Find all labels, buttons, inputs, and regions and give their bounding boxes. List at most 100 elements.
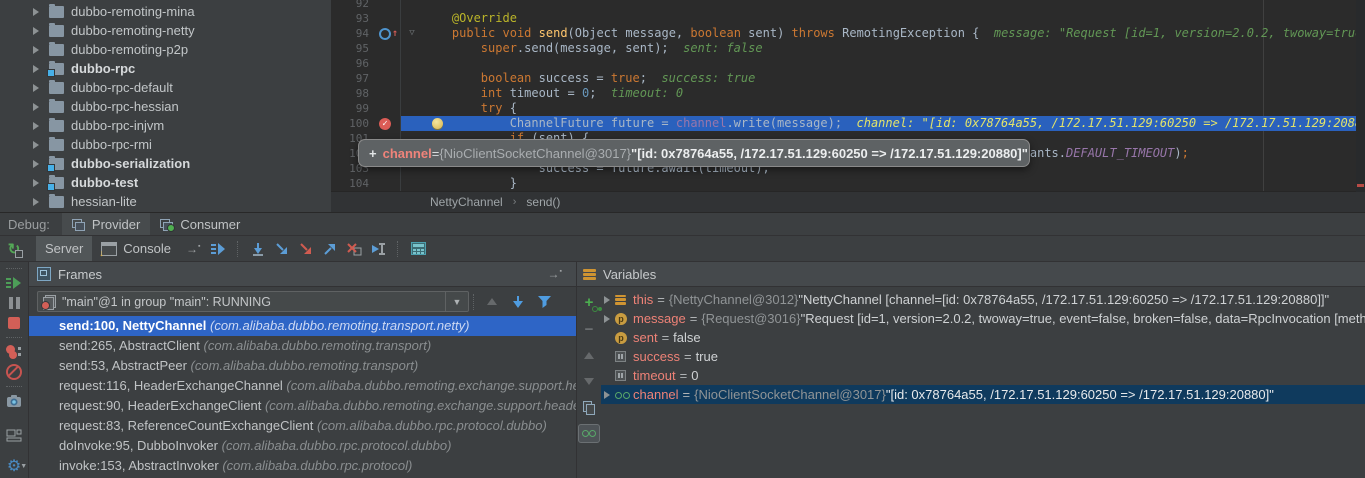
force-step-into-button[interactable]	[294, 238, 318, 260]
view-breakpoints-button[interactable]	[0, 342, 28, 362]
breadcrumb-method[interactable]: send()	[526, 195, 560, 209]
resume-button[interactable]	[0, 273, 28, 293]
tree-item[interactable]: dubbo-rpc-hessian	[0, 97, 331, 116]
chevron-right-icon[interactable]	[31, 26, 41, 36]
step-out-button[interactable]	[318, 238, 342, 260]
error-stripe-mark[interactable]	[1357, 184, 1364, 187]
expand-chevron-icon[interactable]	[601, 295, 615, 305]
variable-row[interactable]: this={NettyChannel@3012} "NettyChannel […	[601, 290, 1365, 309]
move-watch-up-button[interactable]	[578, 345, 600, 365]
tree-item[interactable]: dubbo-rpc-default	[0, 78, 331, 97]
variable-row[interactable]: pmessage={Request@3016} "Request [id=1, …	[601, 309, 1365, 328]
tree-item[interactable]: dubbo-remoting-p2p	[0, 40, 331, 59]
stack-frame-row[interactable]: request:90, HeaderExchangeClient (com.al…	[29, 396, 576, 416]
line-content-area: int timeout = 0; timeout: 0	[401, 86, 1365, 101]
filter-frames-button[interactable]	[531, 296, 557, 308]
tree-item[interactable]: dubbo-rpc-rmi	[0, 135, 331, 154]
tooltip-expand-icon[interactable]: +	[369, 146, 377, 161]
show-execution-point-button[interactable]	[206, 238, 230, 260]
variable-row[interactable]: timeout=0	[601, 366, 1365, 385]
move-watch-down-button[interactable]	[578, 371, 600, 391]
gutter-slot	[375, 71, 401, 86]
expand-chevron-icon[interactable]	[601, 314, 615, 324]
stack-frame-row[interactable]: send:53, AbstractPeer (com.alibaba.dubbo…	[29, 356, 576, 376]
tree-item[interactable]: dubbo-remoting-netty	[0, 21, 331, 40]
tooltip-object-ref: {NioClientSocketChannel@3017}	[439, 146, 631, 161]
tree-item[interactable]: hessian-lite	[0, 192, 331, 211]
variables-menu-icon[interactable]	[583, 269, 596, 280]
tab-server[interactable]: Server	[36, 236, 92, 261]
variable-value: "NettyChannel [channel=[id: 0x78764a55, …	[798, 290, 1329, 309]
mute-breakpoints-button[interactable]	[0, 362, 28, 382]
chevron-right-icon[interactable]	[31, 45, 41, 55]
add-watch-button[interactable]: +	[578, 293, 600, 313]
debugger-value-tooltip[interactable]: + channel = {NioClientSocketChannel@3017…	[358, 139, 1030, 167]
tree-item-label: dubbo-test	[71, 175, 138, 190]
tree-item-label: dubbo-rpc-rmi	[71, 137, 152, 152]
stack-frame-row[interactable]: invoke:153, AbstractInvoker (com.alibaba…	[29, 456, 576, 476]
chevron-placeholder	[601, 371, 615, 381]
variable-row[interactable]: psent=false	[601, 328, 1365, 347]
frame-up-button[interactable]	[479, 298, 505, 305]
rerun-button[interactable]: ↻	[2, 240, 26, 258]
fold-region[interactable]: ▽	[401, 26, 423, 41]
line-content-area: boolean success = true; success: true	[401, 71, 1365, 86]
editor-scrollbar[interactable]	[1356, 0, 1365, 192]
code-editor[interactable]: 9293 @Override94↑▽ public void send(Obje…	[331, 0, 1365, 212]
frames-title: Frames	[58, 267, 102, 282]
stack-frame-row[interactable]: request:83, ReferenceCountExchangeClient…	[29, 416, 576, 436]
overrides-method-icon[interactable]: ↑	[379, 28, 398, 40]
stack-frame-row[interactable]: request:116, HeaderExchangeChannel (com.…	[29, 376, 576, 396]
focus-frame-icon[interactable]: →▪	[548, 267, 562, 281]
chevron-right-icon[interactable]	[31, 159, 41, 169]
chevron-right-icon[interactable]	[31, 197, 41, 207]
tab-provider[interactable]: Provider	[62, 213, 150, 235]
remove-watch-button[interactable]: −	[578, 319, 600, 339]
tab-consumer[interactable]: Consumer	[150, 213, 250, 235]
breadcrumb-class[interactable]: NettyChannel	[430, 195, 503, 209]
chevron-right-icon[interactable]	[31, 83, 41, 93]
variable-row[interactable]: success=true	[601, 347, 1365, 366]
thread-dump-button[interactable]	[0, 391, 28, 411]
tree-item[interactable]: dubbo-remoting-mina	[0, 2, 331, 21]
frame-package: (com.alibaba.dubbo.remoting.transport)	[191, 358, 419, 373]
tab-console[interactable]: ↓ Console	[92, 236, 180, 261]
step-into-button[interactable]	[270, 238, 294, 260]
chevron-right-icon[interactable]	[31, 140, 41, 150]
tree-item-label: dubbo-rpc-hessian	[71, 99, 179, 114]
evaluate-expression-button[interactable]	[406, 238, 430, 260]
pause-button[interactable]	[0, 293, 28, 313]
run-to-cursor-button[interactable]	[366, 238, 390, 260]
dropdown-arrow-icon[interactable]: ▼	[445, 292, 468, 311]
show-watches-toggle[interactable]	[578, 423, 600, 443]
frame-down-button[interactable]	[505, 296, 531, 308]
settings-button[interactable]: ⚙▼	[0, 457, 28, 477]
drop-frame-button[interactable]	[342, 238, 366, 260]
variables-title: Variables	[603, 267, 656, 282]
step-over-button[interactable]	[246, 238, 270, 260]
thread-dropdown[interactable]: "main"@1 in group "main": RUNNING ▼	[37, 291, 469, 312]
restore-layout-button[interactable]	[0, 425, 28, 445]
expand-chevron-icon[interactable]	[601, 390, 615, 400]
stack-frame-row[interactable]: send:265, AbstractClient (com.alibaba.du…	[29, 336, 576, 356]
intention-bulb-icon[interactable]	[432, 118, 443, 129]
duplicate-watch-button[interactable]	[578, 397, 600, 417]
frames-icon	[37, 267, 51, 281]
chevron-right-icon[interactable]	[31, 64, 41, 74]
chevron-right-icon[interactable]	[31, 102, 41, 112]
tree-item[interactable]: dubbo-rpc	[0, 59, 331, 78]
chevron-right-icon[interactable]	[31, 7, 41, 17]
variable-row[interactable]: channel={NioClientSocketChannel@3017} "[…	[601, 385, 1365, 404]
stack-frame-row[interactable]: send:100, NettyChannel (com.alibaba.dubb…	[29, 316, 576, 336]
chevron-right-icon[interactable]	[31, 178, 41, 188]
tree-item[interactable]: dubbo-rpc-injvm	[0, 116, 331, 135]
stack-frame-row[interactable]: doInvoke:95, DubboInvoker (com.alibaba.d…	[29, 436, 576, 456]
jump-to-source-icon[interactable]: →▪	[186, 242, 200, 256]
tree-item[interactable]: dubbo-serialization	[0, 154, 331, 173]
stop-button[interactable]	[0, 313, 28, 333]
tree-item[interactable]: dubbo-test	[0, 173, 331, 192]
breakpoint-icon[interactable]: ✓	[379, 118, 391, 130]
chevron-right-icon[interactable]	[31, 121, 41, 131]
tab-provider-label: Provider	[92, 217, 140, 232]
debug-label: Debug:	[8, 217, 50, 232]
